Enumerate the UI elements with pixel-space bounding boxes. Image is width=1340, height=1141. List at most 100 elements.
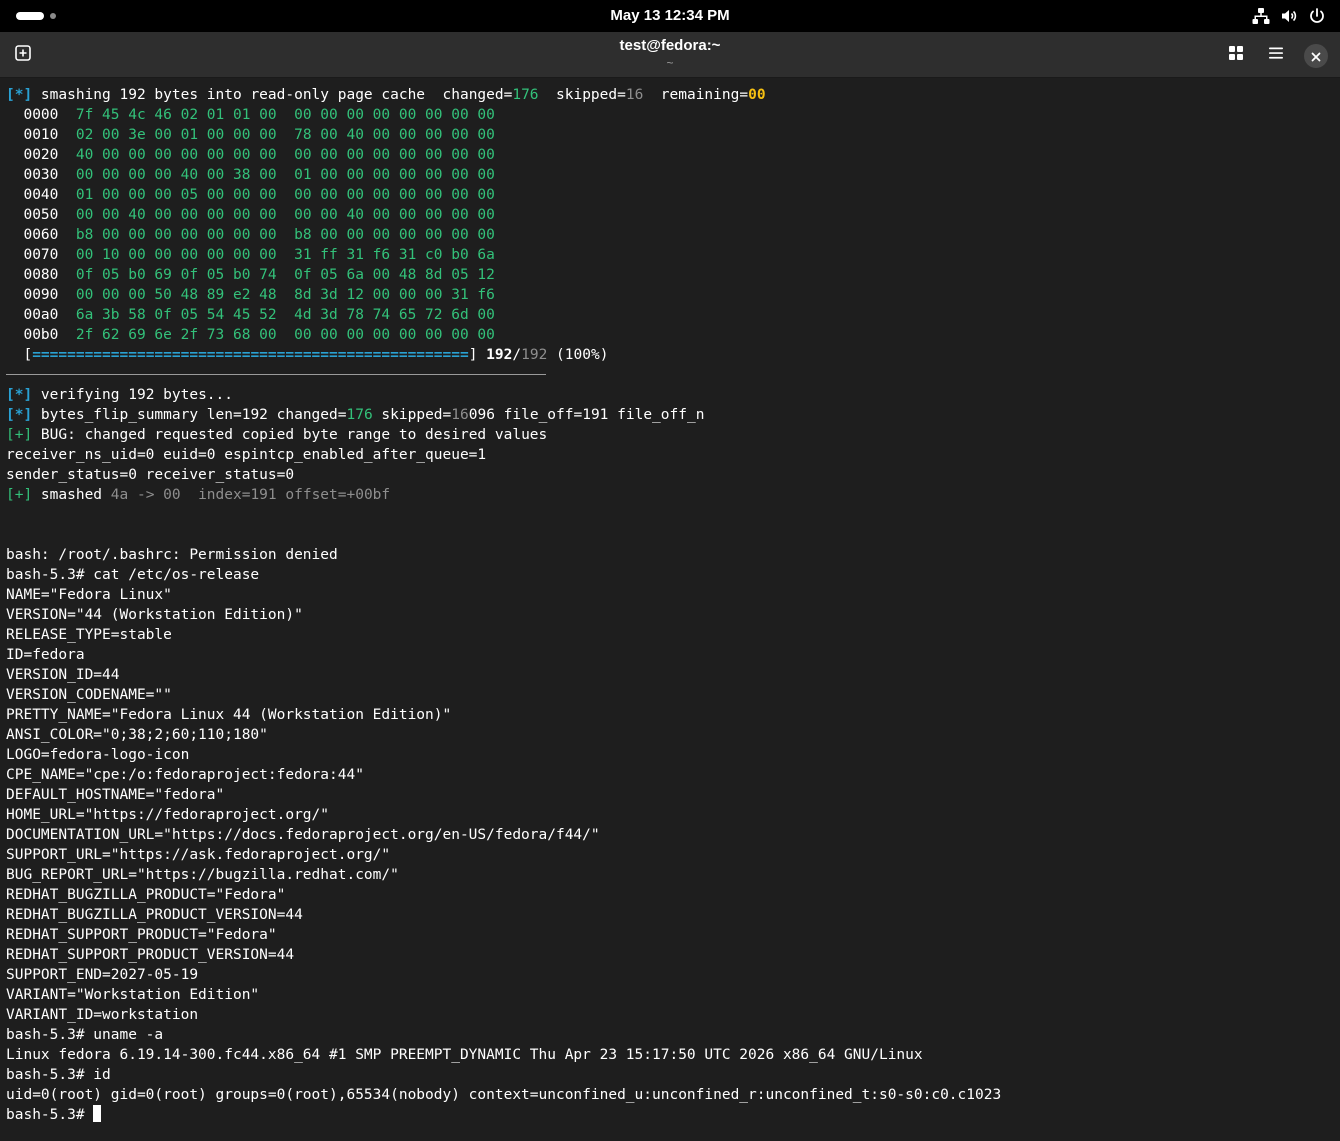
tab-overview-button[interactable] bbox=[1220, 39, 1252, 71]
shell-line: VERSION_ID=44 bbox=[6, 667, 120, 683]
terminal-output[interactable]: [*] smashing 192 bytes into read-only pa… bbox=[0, 78, 1340, 1141]
summary-text-a: bytes_flip_summary len=192 changed= bbox=[32, 407, 347, 423]
clock[interactable]: May 13 12:34 PM bbox=[0, 0, 1340, 32]
hex-bytes: 02 00 3e 00 01 00 00 00 78 00 40 00 00 0… bbox=[75, 127, 495, 143]
hex-row: 00b0 2f 62 69 6e 2f 73 68 00 00 00 00 00… bbox=[6, 325, 1340, 345]
power-icon bbox=[1308, 7, 1326, 25]
progress-bar: ========================================… bbox=[32, 347, 469, 363]
shell-line: ANSI_COLOR="0;38;2;60;110;180" bbox=[6, 727, 268, 743]
workspace-indicator-active[interactable] bbox=[16, 12, 44, 20]
shell-command: bash-5.3# id bbox=[6, 1067, 111, 1083]
smashed-label: smashed bbox=[32, 487, 111, 503]
ns-status-line: receiver_ns_uid=0 euid=0 espintcp_enable… bbox=[6, 447, 487, 463]
remaining-label: remaining= bbox=[643, 87, 749, 103]
progress-percent: (100%) bbox=[547, 347, 609, 363]
summary-skipped: 16 bbox=[451, 407, 469, 423]
hex-row: 0060 b8 00 00 00 00 00 00 00 b8 00 00 00… bbox=[6, 225, 1340, 245]
hex-offset: 0050 bbox=[23, 207, 59, 223]
hex-row: 0050 00 00 40 00 00 00 00 00 00 00 40 00… bbox=[6, 205, 1340, 225]
shell-line: HOME_URL="https://fedoraproject.org/" bbox=[6, 807, 330, 823]
network-wired-icon bbox=[1252, 7, 1270, 25]
text-cursor bbox=[93, 1105, 102, 1122]
smash-header-line: [*] smashing 192 bytes into read-only pa… bbox=[6, 85, 1340, 105]
hex-row: 0090 00 00 00 50 48 89 e2 48 8d 3d 12 00… bbox=[6, 285, 1340, 305]
workspace-indicator-inactive[interactable] bbox=[50, 13, 56, 19]
hex-bytes: 01 00 00 00 05 00 00 00 00 00 00 00 00 0… bbox=[75, 187, 495, 203]
hex-offset: 00a0 bbox=[23, 307, 59, 323]
hex-row: 0070 00 10 00 00 00 00 00 00 31 ff 31 f6… bbox=[6, 245, 1340, 265]
hex-row: 00a0 6a 3b 58 0f 05 54 45 52 4d 3d 78 74… bbox=[6, 305, 1340, 325]
summary-text-b: skipped= bbox=[372, 407, 452, 423]
shell-line: SUPPORT_URL="https://ask.fedoraproject.o… bbox=[6, 847, 391, 863]
shell-line: ID=fedora bbox=[6, 647, 85, 663]
hex-offset: 0070 bbox=[23, 247, 59, 263]
changed-count: 176 bbox=[512, 87, 539, 103]
hex-offset: 0060 bbox=[23, 227, 59, 243]
hex-bytes: 40 00 00 00 00 00 00 00 00 00 00 00 00 0… bbox=[75, 147, 495, 163]
status-tag: [*] bbox=[6, 87, 33, 103]
shell-line: uid=0(root) gid=0(root) groups=0(root),6… bbox=[6, 1087, 1002, 1103]
hex-offset: 00b0 bbox=[23, 327, 59, 343]
shell-line: REDHAT_BUGZILLA_PRODUCT="Fedora" bbox=[6, 887, 286, 903]
bug-line: [+] BUG: changed requested copied byte r… bbox=[6, 425, 1340, 445]
shell-line: CPE_NAME="cpe:/o:fedoraproject:fedora:44… bbox=[6, 767, 364, 783]
progress-close: ] bbox=[468, 347, 487, 363]
hex-bytes: 00 00 00 00 40 00 38 00 01 00 00 00 00 0… bbox=[75, 167, 495, 183]
hex-bytes: b8 00 00 00 00 00 00 00 b8 00 00 00 00 0… bbox=[75, 227, 495, 243]
shell-line: NAME="Fedora Linux" bbox=[6, 587, 172, 603]
hex-bytes: 00 00 40 00 00 00 00 00 00 00 40 00 00 0… bbox=[75, 207, 495, 223]
hex-offset: 0030 bbox=[23, 167, 59, 183]
volume-icon bbox=[1280, 7, 1298, 25]
summary-changed: 176 bbox=[346, 407, 373, 423]
progress-done: 192 bbox=[486, 347, 513, 363]
hex-bytes: 2f 62 69 6e 2f 73 68 00 00 00 00 00 00 0… bbox=[75, 327, 495, 343]
close-window-button[interactable] bbox=[1304, 44, 1328, 68]
smashed-detail: 4a -> 00 index=191 offset=+00bf bbox=[110, 487, 391, 503]
shell-line: VERSION="44 (Workstation Edition)" bbox=[6, 607, 303, 623]
hex-row: 0020 40 00 00 00 00 00 00 00 00 00 00 00… bbox=[6, 145, 1340, 165]
hex-bytes: 6a 3b 58 0f 05 54 45 52 4d 3d 78 74 65 7… bbox=[75, 307, 495, 323]
sender-status-line: sender_status=0 receiver_status=0 bbox=[6, 467, 295, 483]
hex-offset: 0000 bbox=[23, 107, 59, 123]
skipped-count: 16 bbox=[625, 87, 644, 103]
skipped-label: skipped= bbox=[538, 87, 626, 103]
smash-header-text: smashing 192 bytes into read-only page c… bbox=[32, 87, 513, 103]
hex-bytes: 00 10 00 00 00 00 00 00 31 ff 31 f6 31 c… bbox=[75, 247, 495, 263]
shell-line: BUG_REPORT_URL="https://bugzilla.redhat.… bbox=[6, 867, 399, 883]
hex-row: 0000 7f 45 4c 46 02 01 01 00 00 00 00 00… bbox=[6, 105, 1340, 125]
shell-line: bash: /root/.bashrc: Permission denied bbox=[6, 547, 338, 563]
shell-line: DEFAULT_HOSTNAME="fedora" bbox=[6, 787, 225, 803]
hex-row: 0010 02 00 3e 00 01 00 00 00 78 00 40 00… bbox=[6, 125, 1340, 145]
window-subtitle: ~ bbox=[666, 56, 674, 70]
main-menu-button[interactable] bbox=[1260, 39, 1292, 71]
shell-line: LOGO=fedora-logo-icon bbox=[6, 747, 190, 763]
shell-line: VERSION_CODENAME="" bbox=[6, 687, 172, 703]
system-tray[interactable] bbox=[1252, 6, 1326, 26]
shell-line: DOCUMENTATION_URL="https://docs.fedorapr… bbox=[6, 827, 600, 843]
bug-text: BUG: changed requested copied byte range… bbox=[32, 427, 548, 443]
gnome-top-bar: May 13 12:34 PM bbox=[0, 0, 1340, 32]
progress-slash: / bbox=[512, 347, 522, 363]
hex-row: 0040 01 00 00 00 05 00 00 00 00 00 00 00… bbox=[6, 185, 1340, 205]
hex-bytes: 0f 05 b0 69 0f 05 b0 74 0f 05 6a 00 48 8… bbox=[75, 267, 495, 283]
progress-open: [ bbox=[6, 347, 33, 363]
section-divider bbox=[6, 365, 1340, 385]
shell-line: REDHAT_SUPPORT_PRODUCT_VERSION=44 bbox=[6, 947, 295, 963]
hex-bytes: 7f 45 4c 46 02 01 01 00 00 00 00 00 00 0… bbox=[75, 107, 495, 123]
hex-offset: 0090 bbox=[23, 287, 59, 303]
progress-line: [=======================================… bbox=[6, 345, 1340, 365]
summary-text-c: 096 file_off=191 file_off_n bbox=[468, 407, 705, 423]
window-title: test@fedora:~ bbox=[619, 37, 721, 54]
hex-row: 0080 0f 05 b0 69 0f 05 b0 74 0f 05 6a 00… bbox=[6, 265, 1340, 285]
shell-line: SUPPORT_END=2027-05-19 bbox=[6, 967, 199, 983]
shell-line: VARIANT_ID=workstation bbox=[6, 1007, 199, 1023]
smashed-line: [+] smashed 4a -> 00 index=191 offset=+0… bbox=[6, 485, 1340, 505]
progress-total: 192 bbox=[521, 347, 548, 363]
grid-icon bbox=[1228, 45, 1244, 65]
success-tag: [+] bbox=[6, 487, 33, 503]
hex-offset: 0020 bbox=[23, 147, 59, 163]
shell-prompt-line[interactable]: bash-5.3# bbox=[6, 1105, 1340, 1125]
shell-line: RELEASE_TYPE=stable bbox=[6, 627, 172, 643]
hex-bytes: 00 00 00 50 48 89 e2 48 8d 3d 12 00 00 0… bbox=[75, 287, 495, 303]
